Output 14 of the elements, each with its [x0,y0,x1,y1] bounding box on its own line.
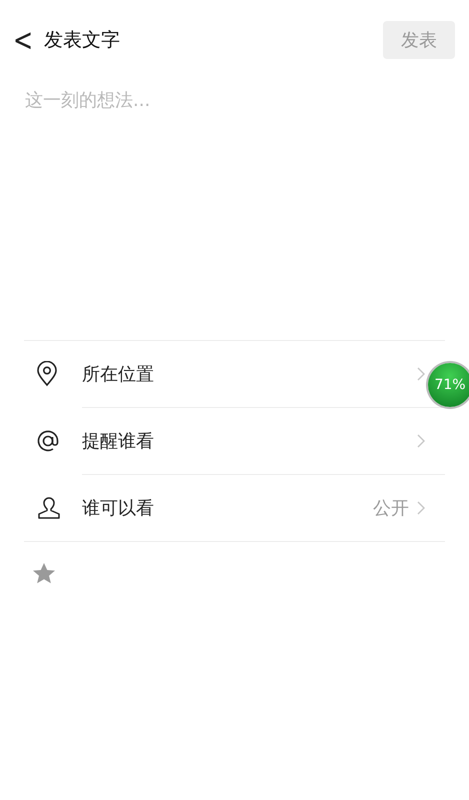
chevron-right-icon[interactable] [417,434,425,448]
back-button[interactable]: < [10,22,36,58]
page-title: 发表文字 [44,28,121,53]
chevron-right-icon[interactable] [417,367,425,381]
location-pin-icon [36,361,58,387]
chevron-right-icon[interactable] [417,501,425,515]
star-icon[interactable] [32,562,56,586]
option-label: 提醒谁看 [82,430,155,453]
at-sign-icon [36,429,60,453]
option-value: 公开 [373,497,409,520]
option-label: 谁可以看 [82,497,155,520]
person-icon [36,496,62,520]
floating-badge[interactable]: 71% [428,363,469,407]
option-label: 所在位置 [82,363,155,386]
